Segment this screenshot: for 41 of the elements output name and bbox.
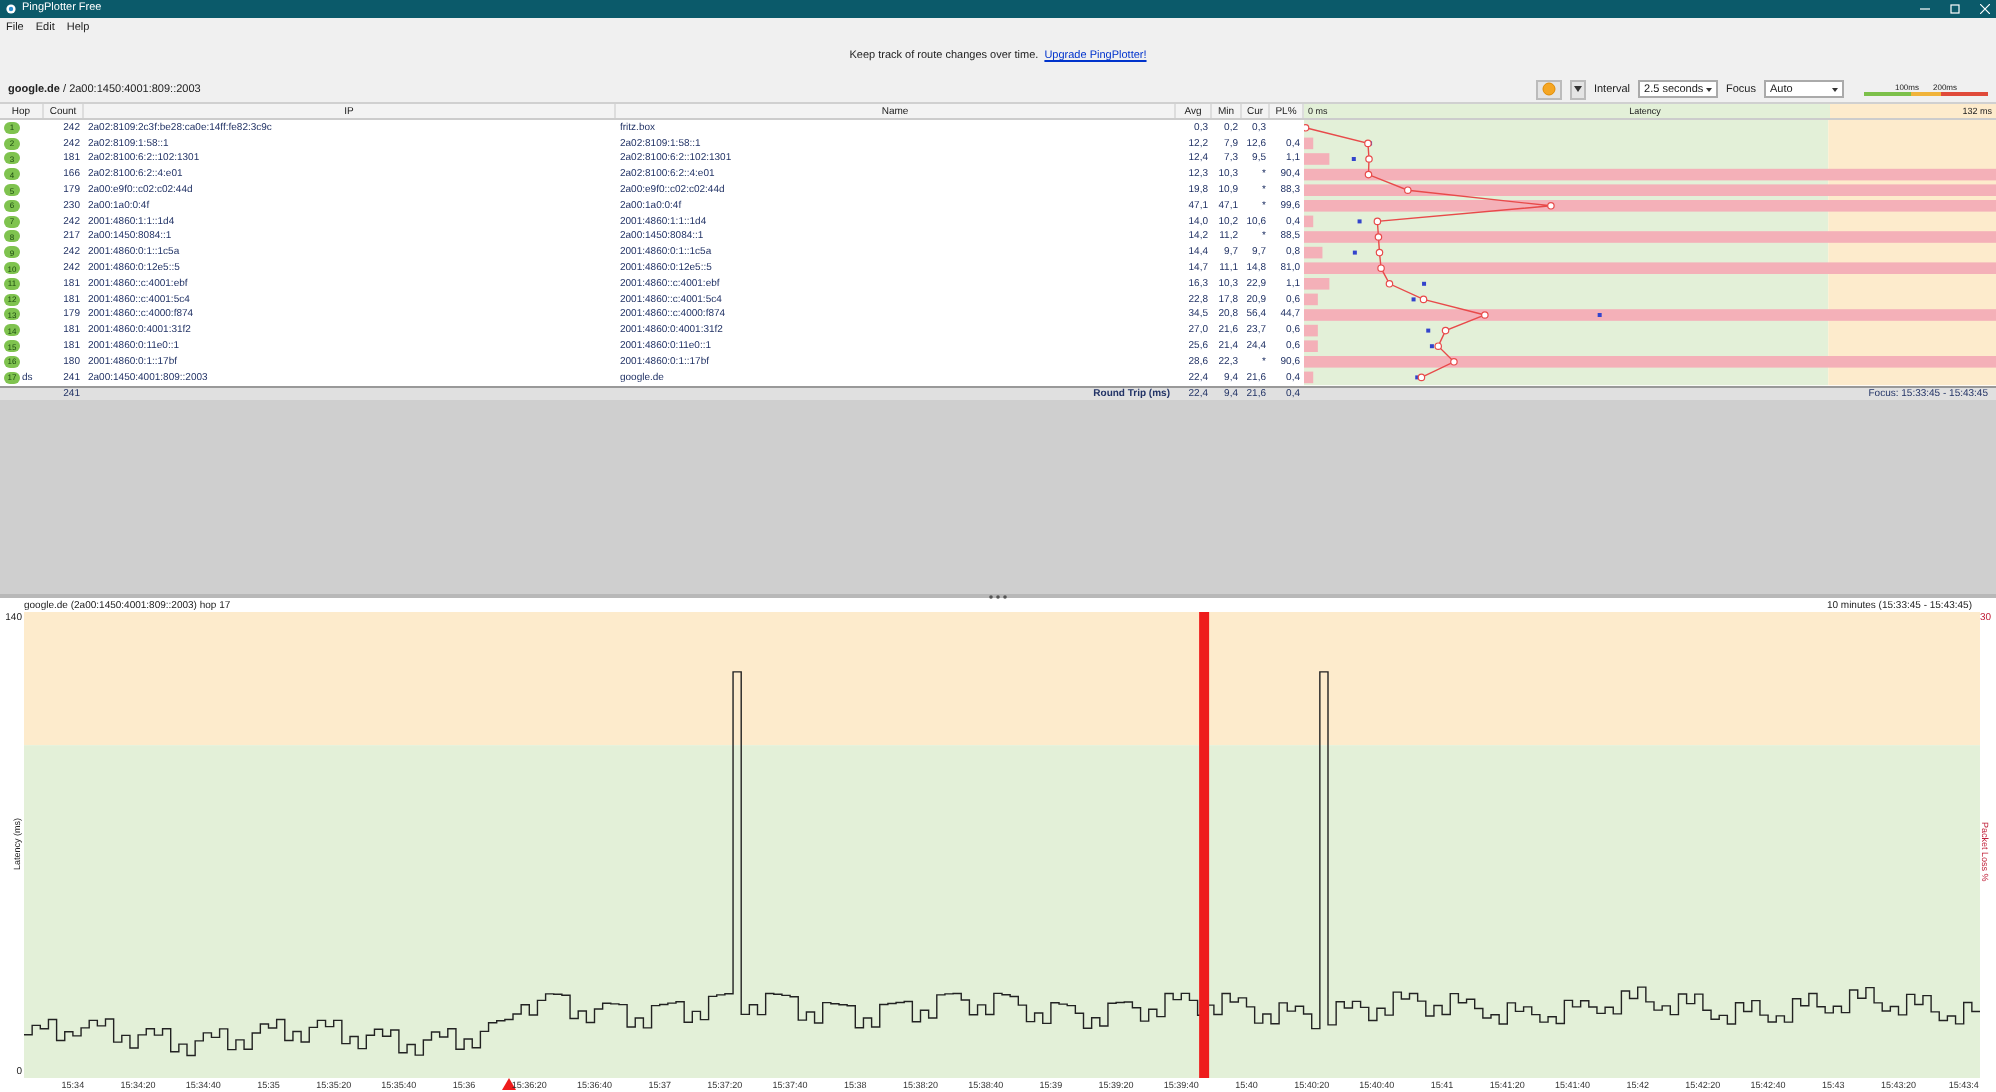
app-icon: [6, 4, 16, 14]
current-marker: [1352, 250, 1357, 255]
caret-icon: [1706, 87, 1713, 91]
packet-loss-bar: [1304, 215, 1314, 228]
dropdown-button[interactable]: [1569, 79, 1586, 99]
status-icon: [1541, 82, 1556, 96]
average-marker: [1547, 202, 1555, 210]
average-marker: [1364, 170, 1373, 179]
caret-icon: [1832, 87, 1838, 91]
average-marker: [1365, 155, 1373, 163]
minimize-icon[interactable]: [1920, 4, 1930, 14]
average-marker: [1419, 295, 1428, 304]
current-marker: [1422, 281, 1427, 286]
average-marker: [1481, 311, 1489, 319]
average-marker: [1373, 217, 1382, 226]
current-marker: [1351, 157, 1356, 161]
packet-loss-bar: [1304, 153, 1330, 165]
current-marker: [1597, 313, 1602, 317]
average-marker: [1375, 248, 1384, 257]
average-marker: [1377, 264, 1385, 272]
average-marker: [1441, 326, 1450, 335]
average-marker: [1450, 358, 1458, 366]
average-marker: [1304, 124, 1310, 132]
packet-loss-bar: [1304, 371, 1314, 384]
close-icon[interactable]: [1980, 4, 1990, 14]
average-marker: [1385, 280, 1394, 288]
packet-loss-bar: [1304, 340, 1318, 352]
current-marker: [1429, 344, 1434, 349]
average-marker: [1417, 373, 1426, 382]
current-marker: [1357, 219, 1362, 224]
maximize-icon[interactable]: [1950, 4, 1960, 14]
current-marker: [1426, 328, 1431, 333]
caret-icon: [1573, 86, 1582, 92]
average-marker: [1434, 342, 1442, 350]
packet-loss-bar: [1304, 278, 1330, 290]
packet-loss-bar: [1304, 137, 1314, 150]
average-marker: [1364, 139, 1372, 148]
current-marker: [1411, 297, 1416, 302]
average-marker: [1404, 186, 1412, 194]
average-marker: [1374, 233, 1383, 241]
grip-icon[interactable]: [988, 594, 1008, 600]
